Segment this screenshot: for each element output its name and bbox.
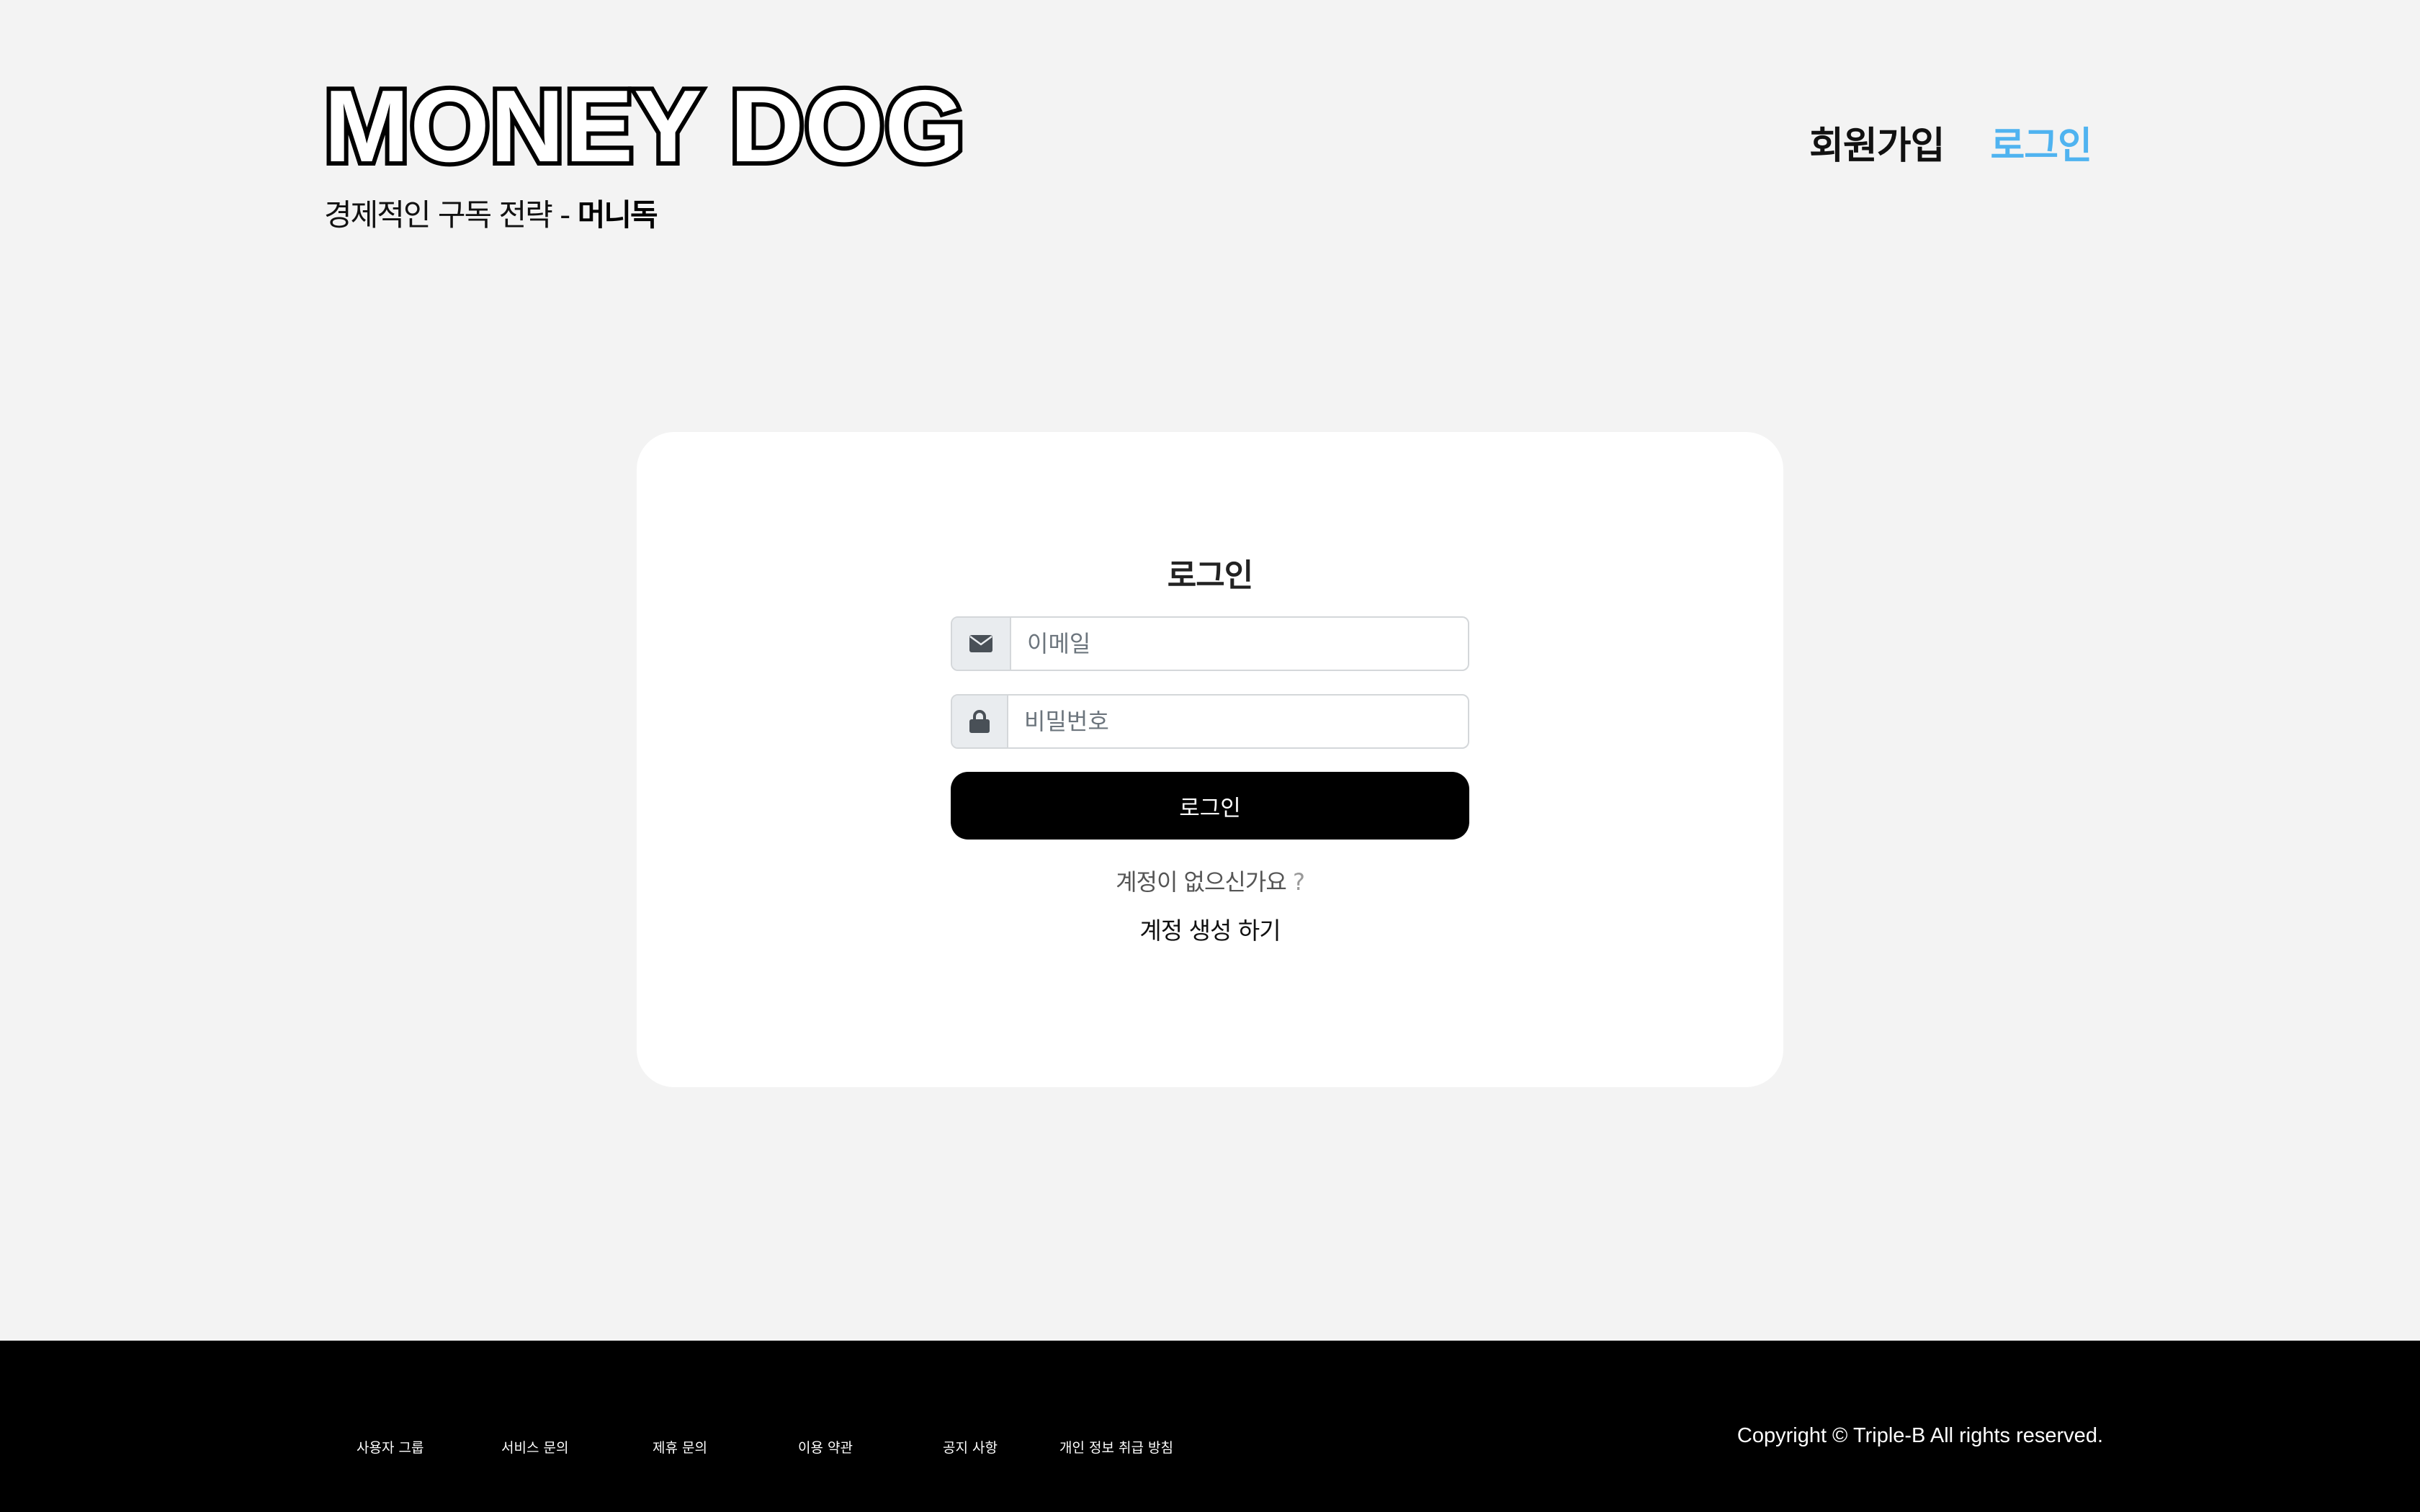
- lock-icon: [952, 696, 1008, 747]
- tagline: 경제적인 구독 전략 - 머니독: [324, 191, 965, 235]
- top-nav: 회원가입 로그인: [1809, 115, 2092, 169]
- login-form: 로그인 로그인: [951, 554, 1469, 946]
- login-button[interactable]: 로그인: [951, 772, 1469, 840]
- password-input-group: [951, 694, 1469, 749]
- footer-link-privacy-policy[interactable]: 개인 정보 취급 방침: [1059, 1437, 1173, 1457]
- footer-link-notices[interactable]: 공지 사항: [943, 1437, 998, 1457]
- no-account-text: 계정이 없으신가요 ?: [951, 864, 1469, 897]
- site-footer: 사용자 그룹 서비스 문의 제휴 문의 이용 약관 공지 사항 개인 정보 취급…: [0, 1341, 2420, 1512]
- nav-login-link[interactable]: 로그인: [1990, 115, 2092, 169]
- tagline-prefix: 경제적인 구독 전략 -: [324, 197, 578, 233]
- email-input[interactable]: [1011, 618, 1468, 670]
- tagline-brand: 머니독: [577, 197, 658, 233]
- nav-signup-link[interactable]: 회원가입: [1809, 115, 1945, 169]
- footer-links: 사용자 그룹 서비스 문의 제휴 문의 이용 약관 공지 사항 개인 정보 취급…: [0, 1437, 1224, 1466]
- footer-link-user-group[interactable]: 사용자 그룹: [357, 1437, 424, 1457]
- password-input[interactable]: [1008, 696, 1468, 747]
- login-title: 로그인: [1167, 557, 1253, 594]
- brand: MONEY DOG 경제적인 구독 전략 - 머니독: [320, 71, 969, 235]
- footer-link-service-inquiry[interactable]: 서비스 문의: [501, 1437, 568, 1457]
- page: MONEY DOG 경제적인 구독 전략 - 머니독 회원가입 로그인 로그인: [0, 0, 2420, 1512]
- logo[interactable]: MONEY DOG: [320, 71, 969, 182]
- copyright: Copyright © Triple-B All rights reserved…: [1736, 1424, 2103, 1447]
- envelope-icon: [952, 618, 1011, 670]
- footer-link-partnership-inquiry[interactable]: 제휴 문의: [653, 1437, 707, 1457]
- footer-link-terms[interactable]: 이용 약관: [798, 1437, 853, 1457]
- no-account-label: 계정이 없으신가요: [1116, 868, 1287, 896]
- email-input-group: [951, 616, 1469, 671]
- login-card: 로그인 로그인: [637, 432, 1783, 1087]
- no-account-question-mark: ?: [1292, 868, 1305, 896]
- create-account-link[interactable]: 계정 생성 하기: [951, 912, 1469, 946]
